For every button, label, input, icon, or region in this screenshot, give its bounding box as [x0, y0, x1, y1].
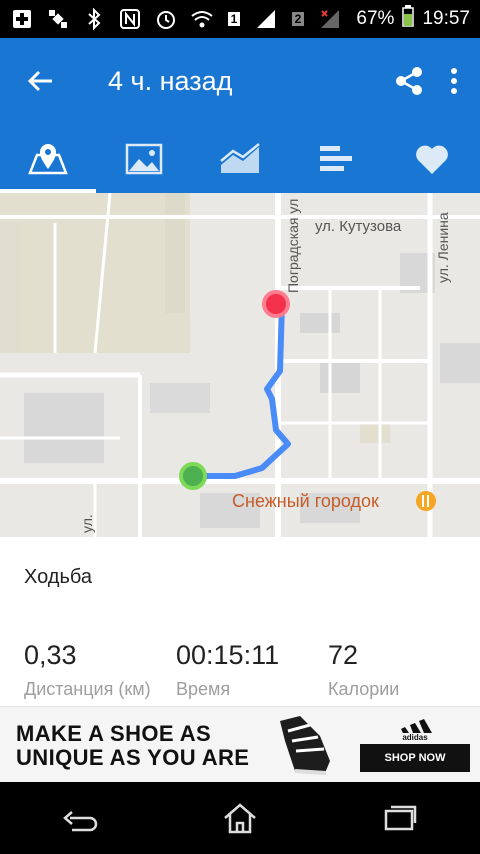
- page-title: 4 ч. назад: [108, 65, 233, 96]
- tab-chart[interactable]: [192, 124, 288, 193]
- alarm-icon: [154, 7, 178, 31]
- stat-calories: 72 Калории: [328, 640, 399, 700]
- route-map[interactable]: ул. Кутузова Поградская ул ул. Ленина ул…: [0, 193, 480, 537]
- battery-icon: [402, 5, 415, 33]
- wifi-icon: [190, 7, 214, 31]
- heart-icon: [416, 145, 448, 174]
- app-bar: 4 ч. назад: [0, 38, 480, 193]
- map-canvas: ул. Кутузова Поградская ул ул. Ленина ул…: [0, 193, 480, 537]
- signal-icon: [254, 7, 278, 31]
- chart-icon: [220, 142, 260, 173]
- svg-text:adidas: adidas: [402, 733, 428, 741]
- stat-time-value: 00:15:11: [176, 640, 280, 670]
- tab-favorite[interactable]: [384, 124, 480, 193]
- tab-map[interactable]: [0, 124, 96, 193]
- shoe-image: [280, 716, 330, 775]
- adidas-logo: adidas: [401, 719, 432, 741]
- photo-icon: [125, 143, 163, 174]
- battery-percent: 67%: [356, 8, 395, 29]
- route-start-marker[interactable]: [179, 462, 207, 490]
- nav-back-icon: [63, 811, 98, 832]
- arrow-back-icon: [27, 70, 52, 92]
- tab-photos[interactable]: [96, 124, 192, 193]
- back-button[interactable]: [20, 61, 60, 101]
- add-notification-icon: [10, 7, 34, 31]
- sim2-icon: 2: [290, 7, 306, 31]
- stat-calories-value: 72: [328, 640, 359, 670]
- more-options-button[interactable]: [450, 67, 458, 95]
- stat-distance: 0,33 Дистанция (км): [24, 640, 151, 700]
- clock: 19:57: [422, 8, 470, 29]
- bluetooth-icon: [82, 7, 106, 31]
- stat-time-label: Время: [176, 679, 231, 699]
- nav-home-button[interactable]: [210, 788, 270, 848]
- street-label-kutuzova: ул. Кутузова: [315, 218, 402, 235]
- stats-icon: [320, 145, 352, 171]
- status-bar: 1 2 67% 19:57: [0, 0, 480, 38]
- map-icon: [28, 143, 68, 174]
- sim1-icon: 1: [226, 7, 242, 31]
- route-end-marker[interactable]: [262, 290, 290, 318]
- nav-recents-icon: [384, 805, 417, 831]
- street-label-ul: ул.: [79, 514, 95, 533]
- street-label-lenina: ул. Ленина: [435, 212, 451, 283]
- signal-off-icon: [318, 7, 342, 31]
- stat-time: 00:15:11 Время: [176, 640, 279, 700]
- share-icon: [396, 67, 422, 95]
- street-label-pogradskaya: Поградская ул: [285, 199, 301, 293]
- stat-distance-label: Дистанция (км): [24, 679, 151, 699]
- stat-distance-value: 0,33: [24, 640, 77, 670]
- ad-headline: MAKE A SHOE AS UNIQUE AS YOU ARE: [16, 721, 250, 770]
- more-vert-icon: [451, 68, 457, 94]
- shop-now-button[interactable]: SHOP NOW: [360, 744, 470, 772]
- tab-bar: [0, 124, 480, 193]
- system-nav-bar: [0, 782, 480, 854]
- nav-home-icon: [224, 803, 256, 834]
- nfc-icon: [118, 7, 142, 31]
- activity-type: Ходьба: [24, 566, 93, 588]
- stat-calories-label: Калории: [328, 679, 400, 699]
- share-button[interactable]: [394, 66, 424, 96]
- place-label[interactable]: Снежный городок: [232, 491, 379, 511]
- restaurant-icon[interactable]: [416, 491, 436, 511]
- tab-stats[interactable]: [288, 124, 384, 193]
- satellite-icon: [46, 7, 70, 31]
- nav-recents-button[interactable]: [370, 788, 430, 848]
- nav-back-button[interactable]: [50, 788, 110, 848]
